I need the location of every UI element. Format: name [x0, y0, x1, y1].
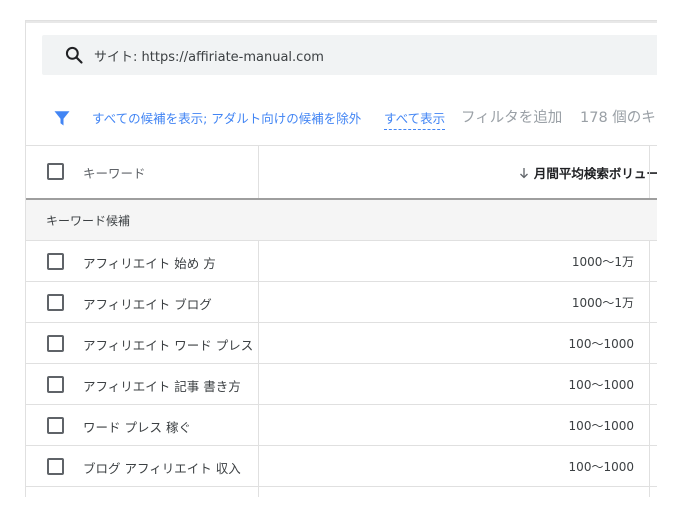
- column-divider: [258, 241, 259, 281]
- section-row: キーワード候補: [26, 200, 657, 241]
- column-divider: [258, 364, 259, 404]
- result-count: 178 個のキー: [580, 110, 657, 126]
- volume-cell: 100～1000: [568, 419, 634, 433]
- column-divider: [649, 487, 650, 497]
- table-header: キーワード 月間平均検索ボリューム: [26, 146, 657, 200]
- row-checkbox[interactable]: [47, 417, 64, 434]
- table-row[interactable]: ワード プレス 稼ぐ 100～1000: [26, 405, 657, 446]
- row-checkbox[interactable]: [47, 458, 64, 475]
- header-monthly-volume-label: 月間平均検索ボリューム: [533, 166, 657, 181]
- column-divider: [649, 241, 650, 281]
- volume-cell: 100～1000: [568, 460, 634, 474]
- row-checkbox[interactable]: [47, 294, 64, 311]
- filter-icon[interactable]: [53, 109, 71, 127]
- column-divider: [649, 364, 650, 404]
- volume-cell: 100～1000: [568, 337, 634, 351]
- keyword-planner-panel: サイト: https://affiriate-manual.com すべての候補…: [25, 20, 657, 497]
- volume-cell: 1000～1万: [571, 296, 634, 310]
- table-row[interactable]: アフィリエイト 記事 書き方 100～1000: [26, 364, 657, 405]
- header-monthly-volume[interactable]: 月間平均検索ボリューム: [518, 163, 657, 182]
- select-all-checkbox[interactable]: [47, 163, 64, 180]
- column-divider: [258, 405, 259, 445]
- table-row[interactable]: アフィリエイト 始め 方 1000～1万: [26, 241, 657, 282]
- table-row-partial: [26, 487, 657, 497]
- arrow-down-icon: [519, 167, 528, 178]
- column-divider: [258, 446, 259, 486]
- column-divider: [649, 323, 650, 363]
- search-bar[interactable]: サイト: https://affiriate-manual.com: [42, 35, 657, 75]
- table-body: アフィリエイト 始め 方 1000～1万 アフィリエイト ブログ 1000～1万…: [26, 241, 657, 497]
- row-checkbox[interactable]: [47, 253, 64, 270]
- column-divider: [258, 323, 259, 363]
- column-divider: [649, 446, 650, 486]
- column-divider: [258, 146, 259, 198]
- column-divider: [258, 282, 259, 322]
- volume-cell: 1000～1万: [571, 255, 634, 269]
- column-divider: [649, 146, 650, 198]
- volume-cell: 100～1000: [568, 378, 634, 392]
- keyword-cell: アフィリエイト 記事 書き方: [83, 379, 241, 394]
- show-all-link[interactable]: すべて表示: [384, 108, 446, 130]
- table-row[interactable]: ブログ アフィリエイト 収入 100～1000: [26, 446, 657, 487]
- active-filter-chip[interactable]: すべての候補を表示; アダルト向けの候補を除外: [92, 108, 361, 127]
- table-row[interactable]: アフィリエイト ブログ 1000～1万: [26, 282, 657, 323]
- search-input[interactable]: サイト: https://affiriate-manual.com: [94, 46, 324, 65]
- header-keyword[interactable]: キーワード: [83, 163, 146, 182]
- column-divider: [649, 405, 650, 445]
- table-row[interactable]: アフィリエイト ワード プレス 100～1000: [26, 323, 657, 364]
- section-label: キーワード候補: [46, 214, 131, 228]
- search-icon: [65, 46, 83, 64]
- keyword-cell: アフィリエイト ワード プレス: [83, 338, 254, 353]
- column-divider: [258, 487, 259, 497]
- keyword-cell: ワード プレス 稼ぐ: [83, 420, 191, 435]
- panel-top-border: [26, 21, 657, 23]
- row-checkbox[interactable]: [47, 335, 64, 352]
- filter-bar: すべての候補を表示; アダルト向けの候補を除外 すべて表示 フィルタを追加 17…: [26, 87, 657, 146]
- keyword-cell: アフィリエイト 始め 方: [83, 256, 216, 271]
- keyword-cell: アフィリエイト ブログ: [83, 297, 212, 312]
- keyword-cell: ブログ アフィリエイト 収入: [83, 461, 241, 476]
- row-checkbox[interactable]: [47, 376, 64, 393]
- column-divider: [649, 282, 650, 322]
- add-filter-button[interactable]: フィルタを追加: [461, 106, 562, 127]
